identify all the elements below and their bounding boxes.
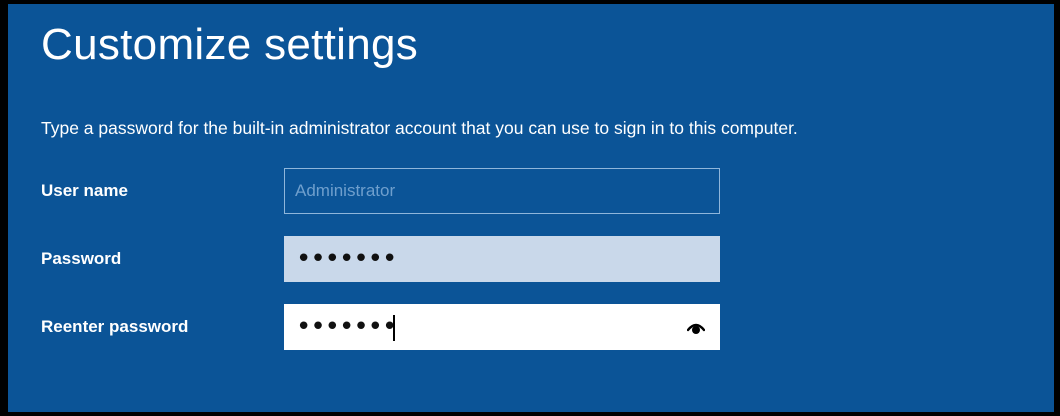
password-field[interactable]: ••••••• bbox=[284, 236, 720, 282]
reenter-password-masked-value: ••••••• bbox=[296, 312, 397, 342]
setup-screen: Customize settings Type a password for t… bbox=[8, 4, 1054, 412]
instructions-text: Type a password for the built-in adminis… bbox=[41, 118, 798, 138]
username-value: Administrator bbox=[295, 181, 396, 200]
password-label: Password bbox=[41, 249, 122, 268]
reenter-password-field[interactable]: ••••••• bbox=[284, 304, 720, 350]
eye-icon[interactable] bbox=[686, 320, 706, 336]
text-caret bbox=[393, 315, 395, 341]
reenter-password-label: Reenter password bbox=[41, 317, 189, 336]
username-field: Administrator bbox=[284, 168, 720, 214]
page-title: Customize settings bbox=[41, 20, 419, 69]
username-label: User name bbox=[41, 181, 128, 200]
password-masked-value: ••••••• bbox=[296, 244, 397, 274]
